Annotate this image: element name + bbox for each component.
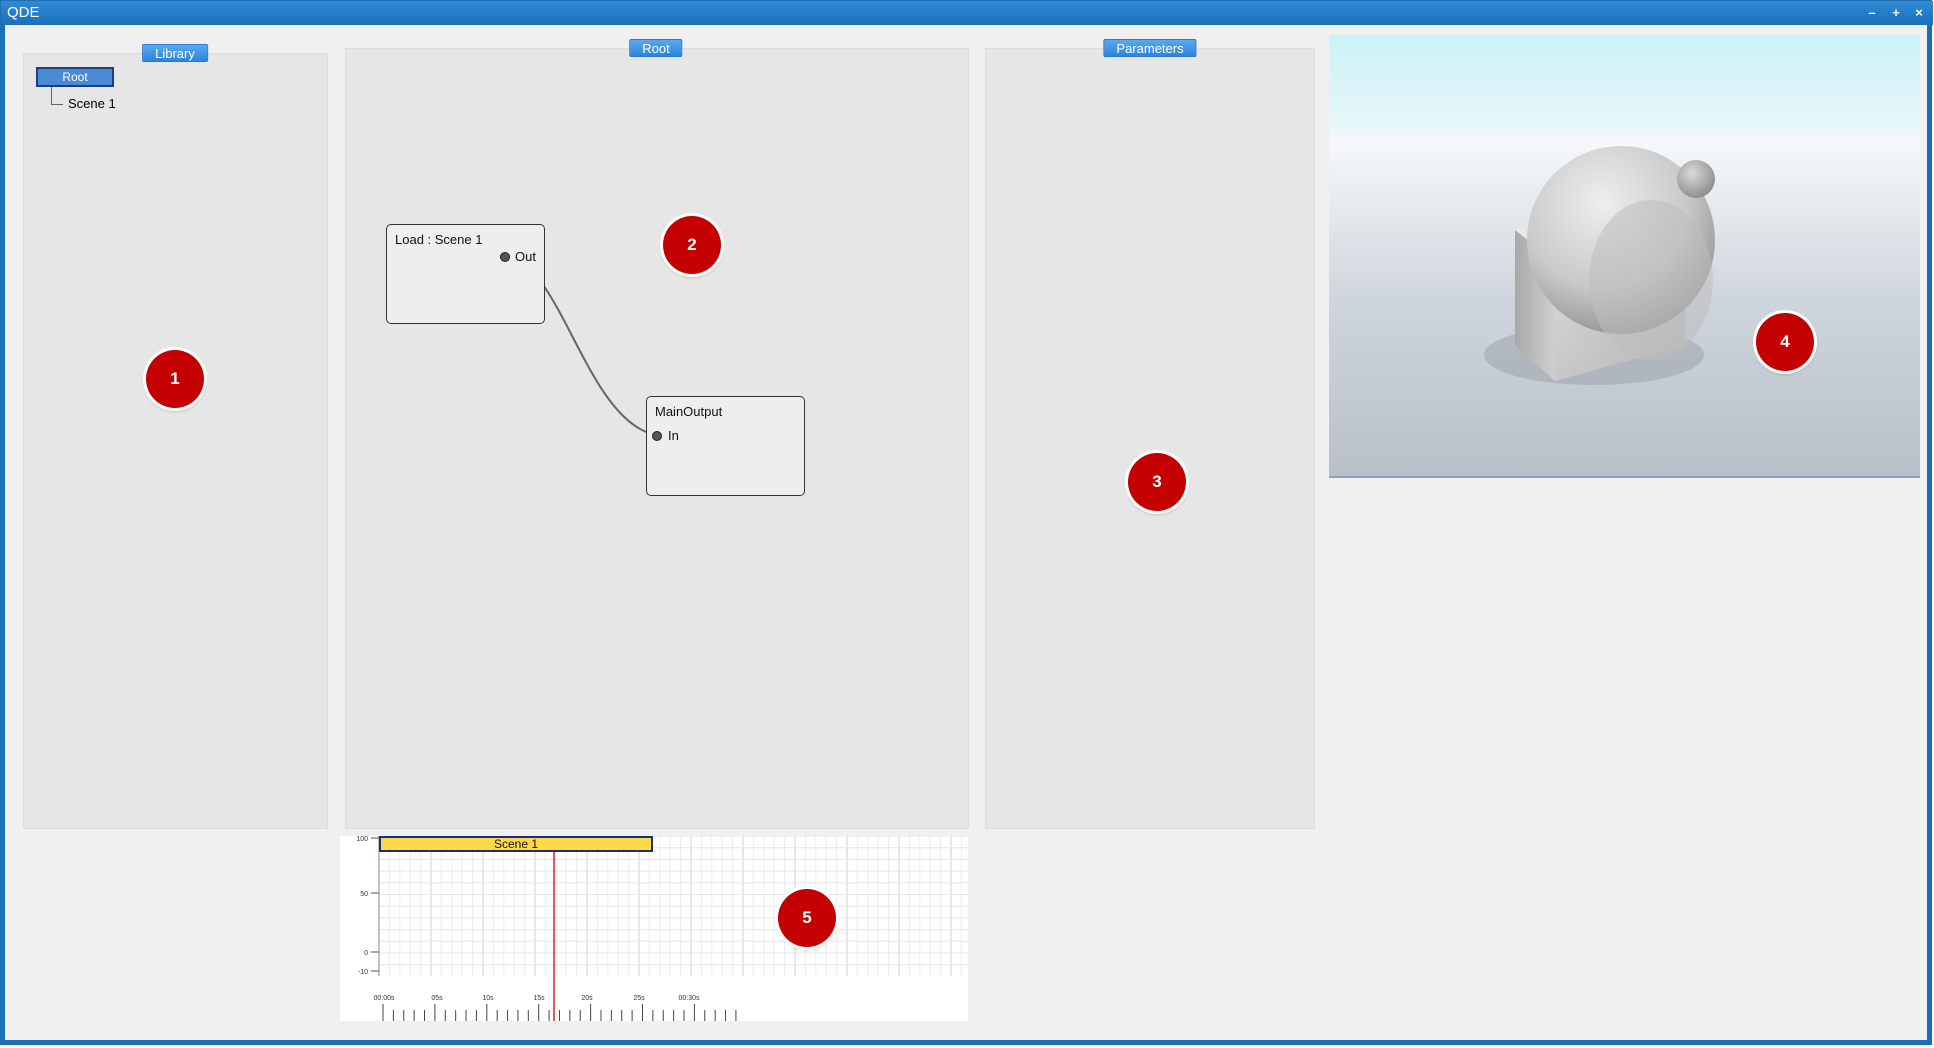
small-sphere (1677, 160, 1715, 198)
3d-scene (1484, 146, 1715, 385)
y-tick-label: 0 (364, 950, 368, 957)
marker-1: 1 (146, 350, 204, 408)
parameters-panel-title: Parameters (1103, 39, 1197, 57)
timeline-panel[interactable]: 100 50 0 -10 00:00s 05s 10s 15s 20s 25s 00:30s Sce… (340, 836, 968, 1021)
output-port[interactable] (500, 252, 510, 262)
input-port-label: In (668, 428, 679, 443)
time-label: 25s (633, 995, 645, 1002)
marker-4: 4 (1756, 313, 1814, 371)
time-label: 15s (533, 995, 545, 1002)
node-title: MainOutput (655, 404, 723, 419)
sphere-cube-intersection (1589, 200, 1713, 360)
marker-5: 5 (778, 889, 836, 947)
y-tick-label: -10 (358, 969, 368, 976)
time-label: 00:30s (678, 995, 700, 1002)
y-tick-label: 50 (360, 891, 368, 898)
parameters-panel (985, 48, 1315, 829)
node-load-scene-1[interactable]: Load : Scene 1 Out (386, 224, 545, 324)
marker-3: 3 (1128, 453, 1186, 511)
time-label: 20s (581, 995, 593, 1002)
output-port-label: Out (515, 249, 536, 264)
marker-2: 2 (663, 216, 721, 274)
timeline-grid: 100 50 0 -10 00:00s 05s 10s 15s 20s 25s 00:30s (356, 836, 968, 1021)
time-label: 05s (431, 995, 443, 1002)
app-window: QDE – + × Library Root Scene 1 Root Load… (0, 0, 1933, 1045)
node-title: Load : Scene 1 (395, 232, 483, 247)
3d-viewport[interactable] (1329, 35, 1920, 478)
y-tick-label: 100 (356, 836, 368, 843)
input-port[interactable] (652, 431, 662, 441)
timeline-clip-scene-1[interactable]: Scene 1 (379, 836, 653, 852)
node-main-output[interactable]: MainOutput In (646, 396, 805, 496)
time-label: 00:00s (373, 995, 395, 1002)
time-label: 10s (482, 995, 494, 1002)
